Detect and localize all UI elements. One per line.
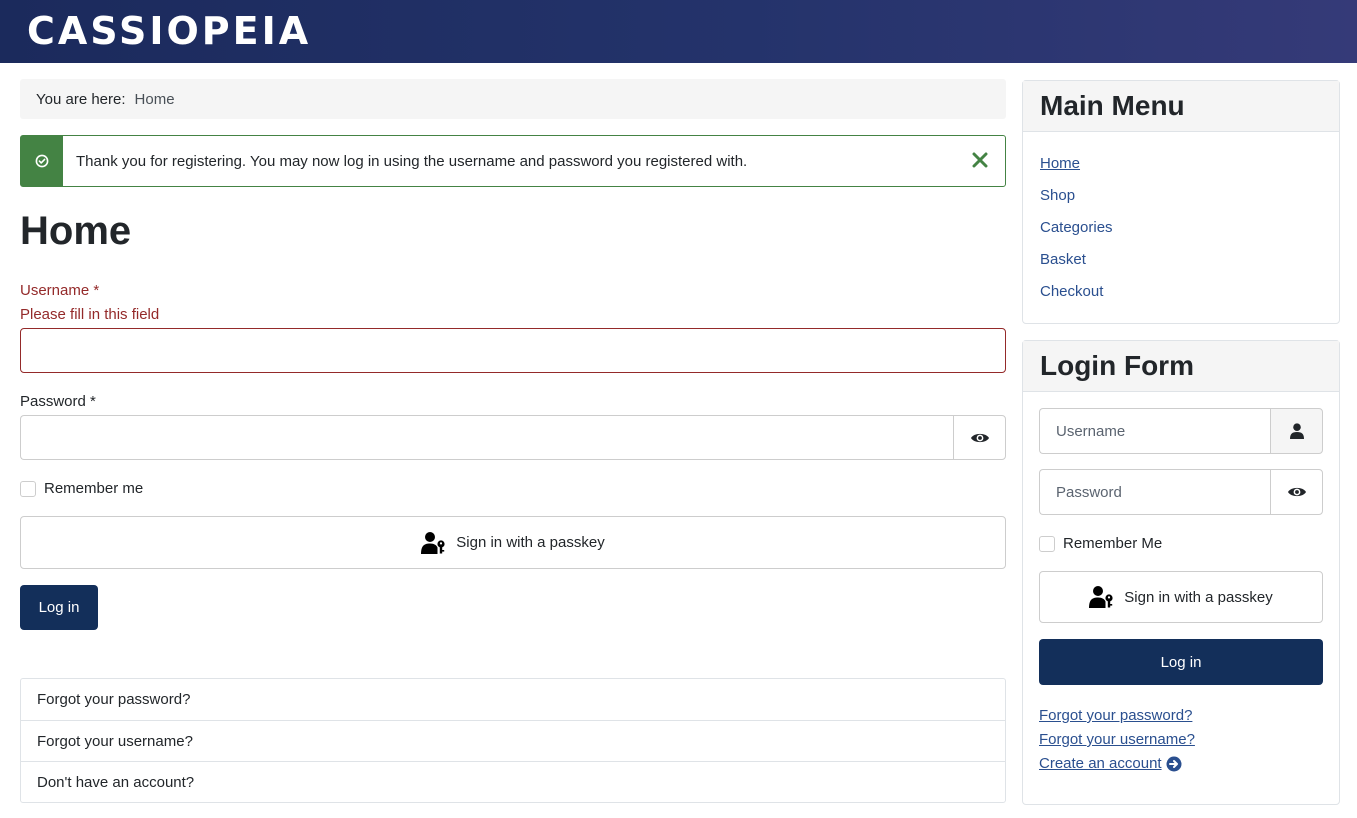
user-icon: [1289, 423, 1304, 439]
menu-item-basket[interactable]: Basket: [1040, 250, 1339, 270]
passkey-sign-in-button[interactable]: Sign in with a passkey: [20, 516, 1006, 569]
check-circle-icon: [35, 154, 49, 168]
menu-item-home[interactable]: Home: [1040, 154, 1339, 174]
side-password-group: Password: [1039, 469, 1323, 515]
password-field-group: [20, 415, 1006, 460]
side-forgot-password-link[interactable]: Forgot your password?: [1039, 704, 1323, 728]
menu-item-shop[interactable]: Shop: [1040, 186, 1339, 206]
site-header: CASSIOPEIA: [0, 0, 1357, 63]
show-password-button[interactable]: [953, 415, 1006, 460]
password-input[interactable]: [20, 415, 953, 460]
main-content: You are here: Home Thank you for registe…: [20, 79, 1006, 803]
login-form-title: Login Form: [1023, 341, 1339, 392]
register-link[interactable]: Don't have an account?: [21, 761, 1005, 802]
user-key-icon: [1089, 586, 1113, 608]
side-remember-checkbox[interactable]: [1039, 535, 1055, 552]
password-label: Password *: [20, 393, 96, 410]
side-create-account-link[interactable]: Create an account: [1039, 752, 1323, 776]
side-password-input[interactable]: Password: [1039, 469, 1270, 515]
forgot-password-link[interactable]: Forgot your password?: [21, 679, 1005, 720]
menu-item-categories[interactable]: Categories: [1040, 218, 1339, 238]
remember-me-row[interactable]: Remember me: [20, 480, 1006, 497]
user-key-icon: [421, 531, 445, 554]
side-passkey-button[interactable]: Sign in with a passkey: [1039, 571, 1323, 623]
remember-me-label: Remember me: [44, 480, 144, 497]
page-title: Home: [20, 209, 132, 253]
eye-icon: [970, 433, 989, 442]
side-links: Forgot your password? Forgot your userna…: [1039, 704, 1323, 776]
arrow-right-circle-icon: [1166, 756, 1182, 772]
success-alert: Thank you for registering. You may now l…: [20, 135, 1006, 187]
side-create-account-label: Create an account: [1039, 755, 1162, 772]
alert-message: Thank you for registering. You may now l…: [76, 152, 748, 170]
side-passkey-label: Sign in with a passkey: [1124, 588, 1273, 606]
side-forgot-username-link[interactable]: Forgot your username?: [1039, 728, 1323, 752]
remember-me-checkbox[interactable]: [20, 480, 36, 497]
main-menu-list: Home Shop Categories Basket Checkout: [1023, 132, 1339, 302]
username-input[interactable]: [20, 328, 1006, 373]
breadcrumb-current: Home: [134, 90, 175, 108]
alert-close-button[interactable]: [969, 148, 991, 172]
log-in-button[interactable]: Log in: [20, 585, 98, 630]
main-menu-title: Main Menu: [1023, 81, 1339, 132]
passkey-label: Sign in with a passkey: [456, 534, 605, 551]
username-error-message: Please fill in this field: [20, 306, 160, 323]
main-menu-module: Main Menu Home Shop Categories Basket Ch…: [1022, 80, 1340, 324]
login-form-body: Username Password Remember Me Sign in wi…: [1023, 392, 1339, 776]
close-icon: [972, 152, 988, 168]
side-username-group: Username: [1039, 408, 1323, 454]
side-username-addon: [1270, 408, 1323, 454]
menu-item-checkout[interactable]: Checkout: [1040, 282, 1339, 302]
forgot-username-link[interactable]: Forgot your username?: [21, 720, 1005, 761]
eye-icon: [1287, 487, 1306, 497]
side-show-password-button[interactable]: [1270, 469, 1323, 515]
side-remember-row[interactable]: Remember Me: [1039, 535, 1323, 552]
account-links-list: Forgot your password? Forgot your userna…: [20, 678, 1006, 803]
login-form-module: Login Form Username Password Remember Me…: [1022, 340, 1340, 805]
side-remember-label: Remember Me: [1063, 535, 1163, 552]
alert-icon-box: [21, 136, 63, 186]
breadcrumb: You are here: Home: [20, 79, 1006, 119]
username-label: Username *: [20, 282, 100, 299]
side-username-input[interactable]: Username: [1039, 408, 1270, 454]
side-log-in-button[interactable]: Log in: [1039, 639, 1323, 685]
breadcrumb-label: You are here:: [36, 90, 126, 108]
site-brand-logo[interactable]: CASSIOPEIA: [27, 9, 311, 53]
